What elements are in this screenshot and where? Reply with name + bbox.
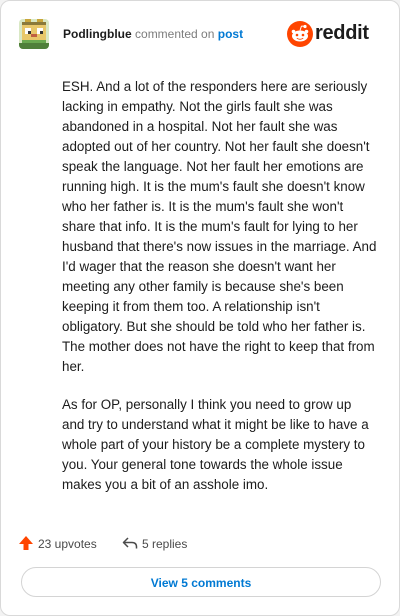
comment-card: Podlingblue commented on post reddit ESH… <box>0 0 400 616</box>
comment-paragraph: As for OP, personally I think you need t… <box>62 397 369 492</box>
comment-header: Podlingblue commented on post reddit <box>19 19 383 51</box>
reddit-alien-icon <box>287 21 313 47</box>
reddit-wordmark: reddit <box>315 22 369 44</box>
username[interactable]: Podlingblue <box>63 27 132 41</box>
reply-button[interactable]: 5 replies <box>122 533 202 555</box>
comment-paragraph: ESH. And a lot of the responders here ar… <box>62 79 377 374</box>
comment-body: ESH. And a lot of the responders here ar… <box>62 77 377 513</box>
reddit-brand[interactable]: reddit <box>287 21 383 49</box>
commented-on-text: commented on <box>135 27 215 41</box>
upvote-count: 23 upvotes <box>38 537 97 551</box>
upvote-arrow-icon <box>19 536 33 550</box>
upvote-button[interactable]: 23 upvotes <box>18 533 108 555</box>
view-comments-button[interactable]: View 5 comments <box>21 567 381 597</box>
reply-arrow-icon <box>122 537 138 549</box>
pixel-avatar-icon[interactable] <box>19 19 49 49</box>
reply-count: 5 replies <box>142 537 188 551</box>
post-link[interactable]: post <box>218 27 243 41</box>
comment-meta: Podlingblue commented on post <box>63 27 243 41</box>
